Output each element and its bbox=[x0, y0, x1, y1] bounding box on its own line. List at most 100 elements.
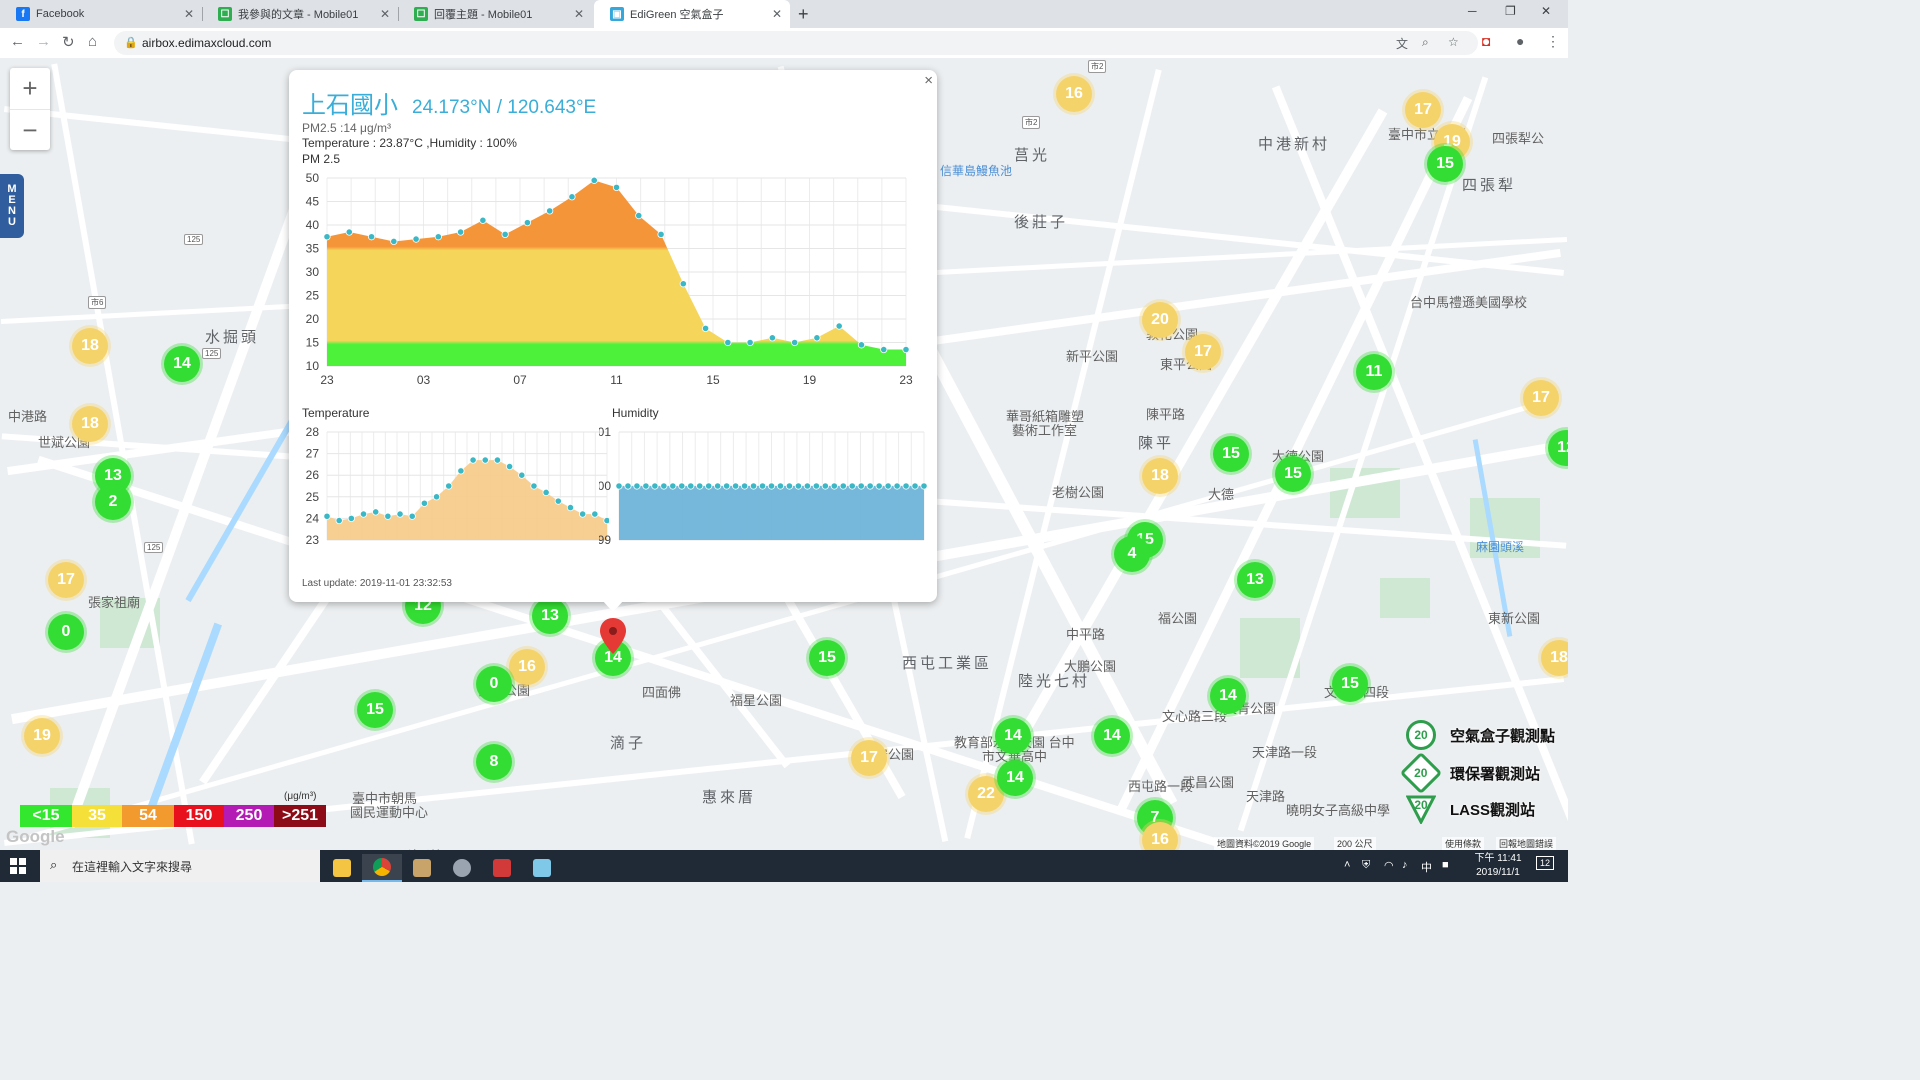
station-cluster-marker[interactable]: 18 bbox=[1541, 640, 1568, 676]
map-place-label: 陸光七村 bbox=[1018, 673, 1091, 690]
station-cluster-marker[interactable]: 13 bbox=[532, 598, 568, 634]
data-point bbox=[479, 216, 487, 224]
station-cluster-marker[interactable]: 4 bbox=[1114, 536, 1150, 572]
taskbar-search-box[interactable]: ⌕ 在這裡輸入文字來搜尋 bbox=[40, 850, 320, 882]
minimize-button[interactable]: ─ bbox=[1468, 4, 1477, 18]
station-cluster-marker[interactable]: 16 bbox=[1056, 76, 1092, 112]
window-close-button[interactable]: ✕ bbox=[1541, 4, 1551, 18]
station-cluster-marker[interactable]: 13 bbox=[1237, 562, 1273, 598]
map-place-label: 福星公園 bbox=[730, 693, 783, 708]
windows-taskbar: ⌕ 在這裡輸入文字來搜尋 ˄ ⛨ ◠ ♪ 中 ■ 下午 11:41 2019/1… bbox=[0, 850, 1568, 882]
chrome-icon[interactable] bbox=[362, 854, 402, 882]
station-cluster-marker[interactable]: 12 bbox=[1548, 430, 1568, 466]
data-point bbox=[335, 516, 343, 525]
close-icon[interactable]: ✕ bbox=[772, 7, 782, 21]
lass-station-icon: 20 bbox=[1406, 794, 1436, 824]
address-bar[interactable]: 🔒 airbox.edimaxcloud.com 文 ⌕ ☆ bbox=[114, 31, 1478, 55]
app-icon[interactable] bbox=[522, 854, 562, 882]
station-cluster-marker[interactable]: 15 bbox=[1427, 146, 1463, 182]
report-map-error-link[interactable]: 回報地圖錯誤 bbox=[1496, 837, 1557, 850]
close-icon[interactable]: ✕ bbox=[574, 7, 584, 21]
legend-airbox-station[interactable]: 20 空氣盒子觀測點 bbox=[1406, 720, 1555, 750]
station-cluster-marker[interactable]: 19 bbox=[24, 718, 60, 754]
y-tick-label: 20 bbox=[306, 312, 320, 326]
tab-title: Facebook bbox=[36, 8, 85, 20]
back-button[interactable]: ← bbox=[10, 33, 25, 50]
data-point bbox=[591, 510, 599, 518]
station-cluster-marker[interactable]: 20 bbox=[1142, 302, 1178, 338]
notification-center-icon[interactable]: 12 bbox=[1536, 856, 1555, 870]
station-cluster-marker[interactable]: 2 bbox=[95, 484, 131, 520]
map-pin-icon[interactable] bbox=[600, 618, 626, 654]
tray-defender-icon[interactable]: ⛨ bbox=[1362, 859, 1370, 872]
station-cluster-marker[interactable]: 11 bbox=[1356, 354, 1392, 390]
station-cluster-marker[interactable]: 14 bbox=[997, 760, 1033, 796]
map-place-label: 西屯工業區 bbox=[902, 655, 993, 672]
legend-epa-station[interactable]: 20 環保署觀測站 bbox=[1399, 751, 1540, 795]
station-cluster-marker[interactable]: 14 bbox=[164, 346, 200, 382]
tab-mobile01-reply[interactable]: ☐ 回覆主題 - Mobile01 ✕ bbox=[398, 0, 592, 28]
station-cluster-marker[interactable]: 0 bbox=[476, 666, 512, 702]
station-cluster-marker[interactable]: 0 bbox=[48, 614, 84, 650]
wifi-icon[interactable]: ◠ bbox=[1384, 859, 1394, 872]
station-cluster-marker[interactable]: 17 bbox=[48, 562, 84, 598]
tab-edigreen[interactable]: ▣ EdiGreen 空氣盒子 ✕ bbox=[594, 0, 790, 28]
volume-icon[interactable]: ♪ bbox=[1402, 859, 1408, 871]
popup-close-button[interactable]: × bbox=[924, 72, 933, 89]
file-explorer-icon[interactable] bbox=[322, 854, 362, 882]
station-cluster-marker[interactable]: 15 bbox=[357, 692, 393, 728]
tray-chevron-icon[interactable]: ˄ bbox=[1344, 859, 1350, 871]
tab-facebook[interactable]: f Facebook ✕ bbox=[0, 0, 202, 28]
station-cluster-marker[interactable]: 15 bbox=[809, 640, 845, 676]
close-icon[interactable]: ✕ bbox=[184, 7, 194, 21]
station-cluster-marker[interactable]: 15 bbox=[1332, 666, 1368, 702]
app-icon[interactable] bbox=[482, 854, 522, 882]
x-tick-label: 23 bbox=[899, 373, 913, 387]
zoom-in-button[interactable]: + bbox=[10, 68, 50, 110]
windows-start-icon[interactable] bbox=[10, 858, 26, 874]
close-icon[interactable]: ✕ bbox=[380, 7, 390, 21]
terms-link[interactable]: 使用條款 bbox=[1442, 837, 1485, 850]
app-icon[interactable] bbox=[402, 854, 442, 882]
tab-mobile01-articles[interactable]: ☐ 我參與的文章 - Mobile01 ✕ bbox=[202, 0, 398, 28]
legend-lass-station[interactable]: 20 LASS觀測站 bbox=[1406, 794, 1535, 824]
bookmark-star-icon[interactable]: ☆ bbox=[1448, 35, 1459, 49]
station-cluster-marker[interactable]: 14 bbox=[995, 718, 1031, 754]
extension-icon[interactable]: ◘ bbox=[1482, 33, 1490, 49]
home-button[interactable]: ⌂ bbox=[88, 33, 97, 50]
station-cluster-marker[interactable]: 17 bbox=[851, 740, 887, 776]
station-cluster-marker[interactable]: 16 bbox=[509, 649, 545, 685]
station-cluster-marker[interactable]: 18 bbox=[1142, 458, 1178, 494]
app-icon[interactable] bbox=[442, 854, 482, 882]
station-cluster-marker[interactable]: 17 bbox=[1523, 380, 1559, 416]
station-cluster-marker[interactable]: 17 bbox=[1185, 334, 1221, 370]
zoom-icon[interactable]: ⌕ bbox=[1422, 35, 1429, 50]
taskbar-clock[interactable]: 下午 11:41 2019/11/1 bbox=[1462, 852, 1534, 880]
map-place-label: 天津路一段 bbox=[1252, 745, 1318, 760]
station-cluster-marker[interactable]: 14 bbox=[1210, 678, 1246, 714]
forward-button[interactable]: → bbox=[36, 33, 51, 50]
zoom-out-button[interactable]: − bbox=[10, 110, 50, 151]
station-cluster-marker[interactable]: 16 bbox=[1142, 822, 1178, 850]
station-cluster-marker[interactable]: 14 bbox=[1094, 718, 1130, 754]
profile-icon[interactable]: ● bbox=[1516, 33, 1524, 49]
station-cluster-marker[interactable]: 8 bbox=[476, 744, 512, 780]
translate-icon[interactable]: 文 bbox=[1396, 35, 1408, 52]
new-tab-button[interactable]: + bbox=[798, 4, 809, 25]
temperature-chart-title: Temperature bbox=[302, 406, 370, 420]
more-menu-icon[interactable]: ⋮ bbox=[1546, 33, 1560, 50]
menu-button[interactable]: MENU bbox=[0, 174, 24, 238]
ime-indicator[interactable]: 中 bbox=[1421, 859, 1432, 875]
station-cluster-marker[interactable]: 17 bbox=[1405, 92, 1441, 128]
y-tick-label: 40 bbox=[306, 218, 320, 232]
station-cluster-marker[interactable]: 15 bbox=[1213, 436, 1249, 472]
station-cluster-marker[interactable]: 18 bbox=[72, 328, 108, 364]
x-tick-label: 03 bbox=[417, 373, 431, 387]
reload-button[interactable]: ↻ bbox=[62, 33, 75, 51]
data-point bbox=[642, 482, 650, 490]
ime-mode-icon[interactable]: ■ bbox=[1442, 859, 1449, 871]
station-cluster-marker[interactable]: 18 bbox=[72, 406, 108, 442]
station-cluster-marker[interactable]: 15 bbox=[1275, 456, 1311, 492]
restore-button[interactable]: ❐ bbox=[1505, 4, 1516, 18]
data-point bbox=[579, 510, 587, 518]
